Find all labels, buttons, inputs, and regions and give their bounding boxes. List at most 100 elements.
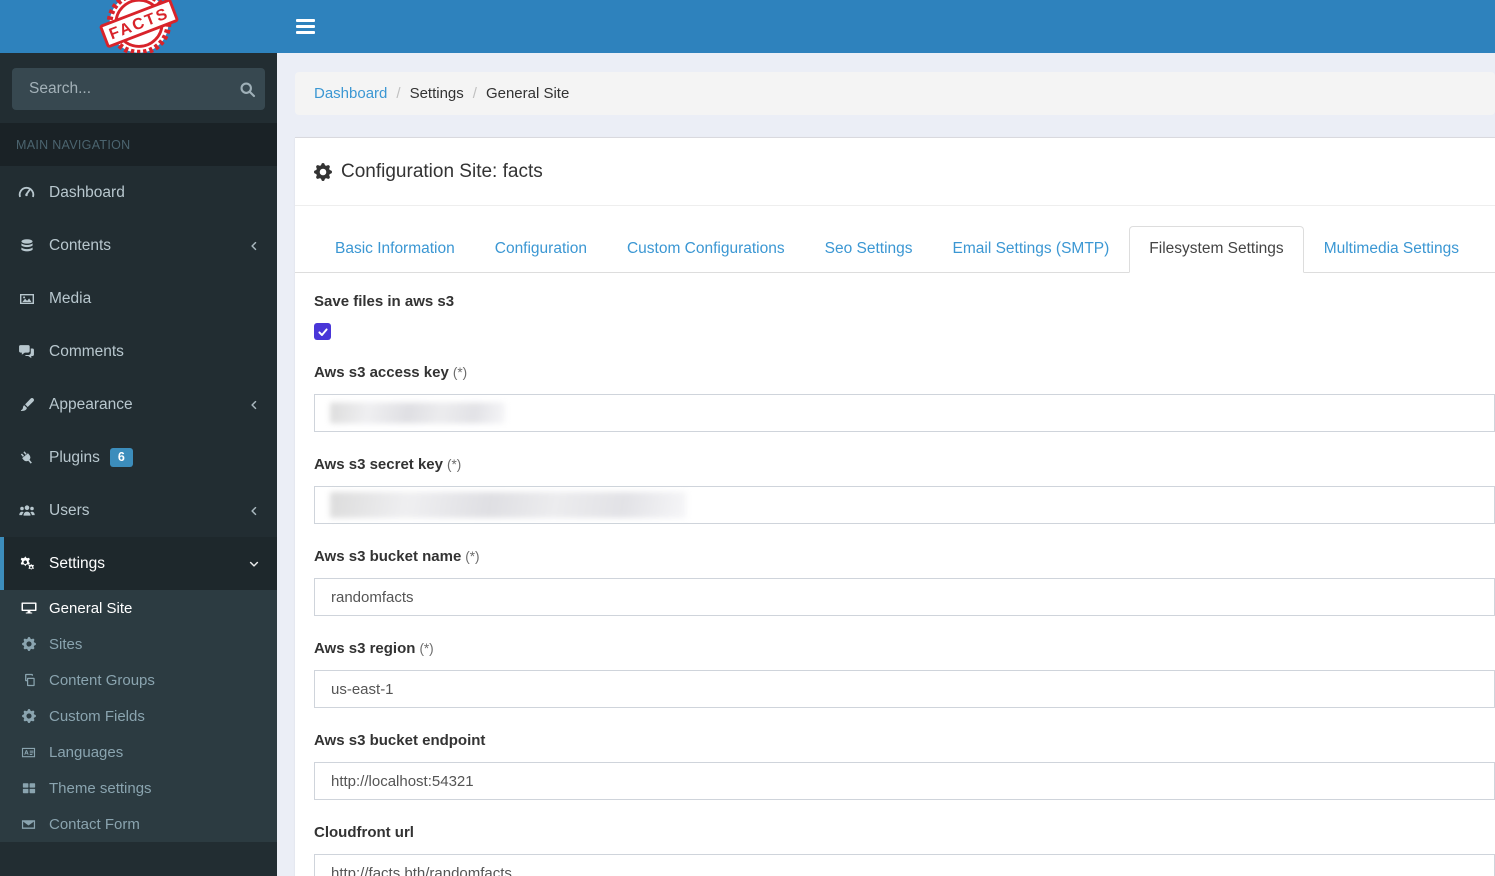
field-label: Save files in aws s3 xyxy=(314,293,455,310)
sidebar-item-label: Settings xyxy=(49,554,106,572)
sidebar-item-label: Media xyxy=(49,289,92,307)
sidebar-search xyxy=(0,53,277,123)
sidebar-item-comments[interactable]: Comments xyxy=(0,325,277,378)
submenu-item-label: Contact Form xyxy=(49,815,140,833)
save-files-aws-s3-checkbox[interactable] xyxy=(314,323,331,340)
database-icon xyxy=(16,238,37,254)
gear-icon xyxy=(19,637,38,651)
field-label: Aws s3 access key xyxy=(314,364,449,381)
sidebar-item-settings[interactable]: Settings xyxy=(0,537,277,590)
breadcrumb-general-site: General Site xyxy=(485,85,570,102)
required-mark: (*) xyxy=(465,549,480,564)
submenu-item-theme-settings[interactable]: Theme settings xyxy=(0,770,277,806)
submenu-item-label: Content Groups xyxy=(49,671,155,689)
tab-basic-information[interactable]: Basic Information xyxy=(315,226,475,272)
filesystem-settings-form: Save files in aws s3 Aws s3 access key (*… xyxy=(295,273,1495,876)
sidebar-item-media[interactable]: Media xyxy=(0,272,277,325)
submenu-item-general-site[interactable]: General Site xyxy=(0,590,277,626)
tab-filesystem-settings[interactable]: Filesystem Settings xyxy=(1129,226,1304,273)
facts-stamp-logo: FACTS xyxy=(99,0,178,53)
submenu-item-custom-fields[interactable]: Custom Fields xyxy=(0,698,277,734)
form-group-cloudfront-url: Cloudfront url xyxy=(314,824,1495,876)
field-label: Aws s3 bucket name xyxy=(314,548,462,565)
sidebar-item-label: Users xyxy=(49,501,90,519)
redacted-value xyxy=(330,402,505,424)
content-area: Dashboard / Settings / General Site Conf… xyxy=(277,53,1495,876)
sidebar-item-users[interactable]: Users xyxy=(0,484,277,537)
language-icon xyxy=(19,745,38,760)
aws-s3-bucket-name-input[interactable] xyxy=(314,578,1495,616)
sidebar-item-dashboard[interactable]: Dashboard xyxy=(0,166,277,219)
form-group-aws-s3-secret-key: Aws s3 secret key (*) xyxy=(314,456,1495,524)
plugins-count-badge: 6 xyxy=(109,448,133,467)
search-button[interactable] xyxy=(229,68,265,110)
sidebar-toggle-hamburger-icon[interactable] xyxy=(296,6,338,48)
gear-icon xyxy=(314,163,332,181)
form-group-save-files-aws-s3: Save files in aws s3 xyxy=(314,293,1495,340)
magnifier-icon xyxy=(239,81,256,98)
sidebar-item-label: Plugins xyxy=(49,448,100,466)
submenu-item-contact-form[interactable]: Contact Form xyxy=(0,806,277,842)
sidebar-item-contents[interactable]: Contents xyxy=(0,219,277,272)
panel-header: Configuration Site: facts xyxy=(295,138,1495,206)
chevron-left-icon xyxy=(248,505,260,517)
field-label: Aws s3 secret key xyxy=(314,456,443,473)
cloudfront-url-input[interactable] xyxy=(314,854,1495,876)
breadcrumb-dashboard-link[interactable]: Dashboard xyxy=(314,85,387,102)
submenu-item-label: Languages xyxy=(49,743,124,761)
tab-configuration[interactable]: Configuration xyxy=(475,226,607,272)
paint-brush-icon xyxy=(16,397,37,413)
aws-s3-region-input[interactable] xyxy=(314,670,1495,708)
form-group-aws-s3-bucket-endpoint: Aws s3 bucket endpoint xyxy=(314,732,1495,800)
tab-email-settings-smtp[interactable]: Email Settings (SMTP) xyxy=(933,226,1130,272)
field-label: Aws s3 region xyxy=(314,640,416,657)
page-title: Configuration Site: facts xyxy=(341,161,543,182)
required-mark: (*) xyxy=(419,641,434,656)
submenu-item-sites[interactable]: Sites xyxy=(0,626,277,662)
field-label: Cloudfront url xyxy=(314,824,414,841)
required-mark: (*) xyxy=(452,365,468,380)
sidebar-item-appearance[interactable]: Appearance xyxy=(0,378,277,431)
breadcrumb-separator: / xyxy=(472,85,477,102)
sidebar-item-label: Contents xyxy=(49,236,112,254)
settings-tabs: Basic Information Configuration Custom C… xyxy=(295,206,1495,273)
logo-area[interactable]: FACTS xyxy=(0,0,277,53)
sidebar-item-label: Dashboard xyxy=(49,183,125,201)
copy-icon xyxy=(19,673,38,687)
breadcrumb-settings: Settings xyxy=(409,85,464,102)
breadcrumb: Dashboard / Settings / General Site xyxy=(295,72,1495,115)
breadcrumb-separator: / xyxy=(396,85,401,102)
chevron-down-icon xyxy=(248,558,260,570)
configuration-panel: Configuration Site: facts Basic Informat… xyxy=(295,137,1495,876)
form-group-aws-s3-access-key: Aws s3 access key (*) xyxy=(314,364,1495,432)
sidebar-item-plugins[interactable]: Plugins 6 xyxy=(0,431,277,484)
aws-s3-bucket-endpoint-input[interactable] xyxy=(314,762,1495,800)
field-label: Aws s3 bucket endpoint xyxy=(314,732,486,749)
sidebar-nav: Dashboard Contents Media Comments Appear… xyxy=(0,166,277,876)
settings-submenu: General Site Sites Content Groups Custom… xyxy=(0,590,277,842)
chevron-left-icon xyxy=(248,399,260,411)
submenu-item-label: General Site xyxy=(49,599,133,617)
form-group-aws-s3-region: Aws s3 region (*) xyxy=(314,640,1495,708)
tab-seo-settings[interactable]: Seo Settings xyxy=(805,226,933,272)
desktop-icon xyxy=(19,600,38,616)
tab-custom-configurations[interactable]: Custom Configurations xyxy=(607,226,805,272)
submenu-item-content-groups[interactable]: Content Groups xyxy=(0,662,277,698)
chevron-left-icon xyxy=(248,240,260,252)
gears-icon xyxy=(16,555,37,572)
submenu-item-languages[interactable]: Languages xyxy=(0,734,277,770)
submenu-item-label: Sites xyxy=(49,635,83,653)
envelope-icon xyxy=(19,817,38,832)
sidebar-item-label: Comments xyxy=(49,342,124,360)
submenu-item-label: Theme settings xyxy=(49,779,152,797)
image-icon xyxy=(16,291,37,307)
top-navbar xyxy=(277,0,1495,53)
grid-icon xyxy=(19,781,38,795)
form-group-aws-s3-bucket-name: Aws s3 bucket name (*) xyxy=(314,548,1495,616)
tab-multimedia-settings[interactable]: Multimedia Settings xyxy=(1304,226,1479,272)
search-input[interactable] xyxy=(12,80,229,98)
plug-icon xyxy=(16,450,37,466)
sidebar-item-label: Appearance xyxy=(49,395,133,413)
comments-icon xyxy=(16,343,37,360)
gear-icon xyxy=(19,709,38,723)
